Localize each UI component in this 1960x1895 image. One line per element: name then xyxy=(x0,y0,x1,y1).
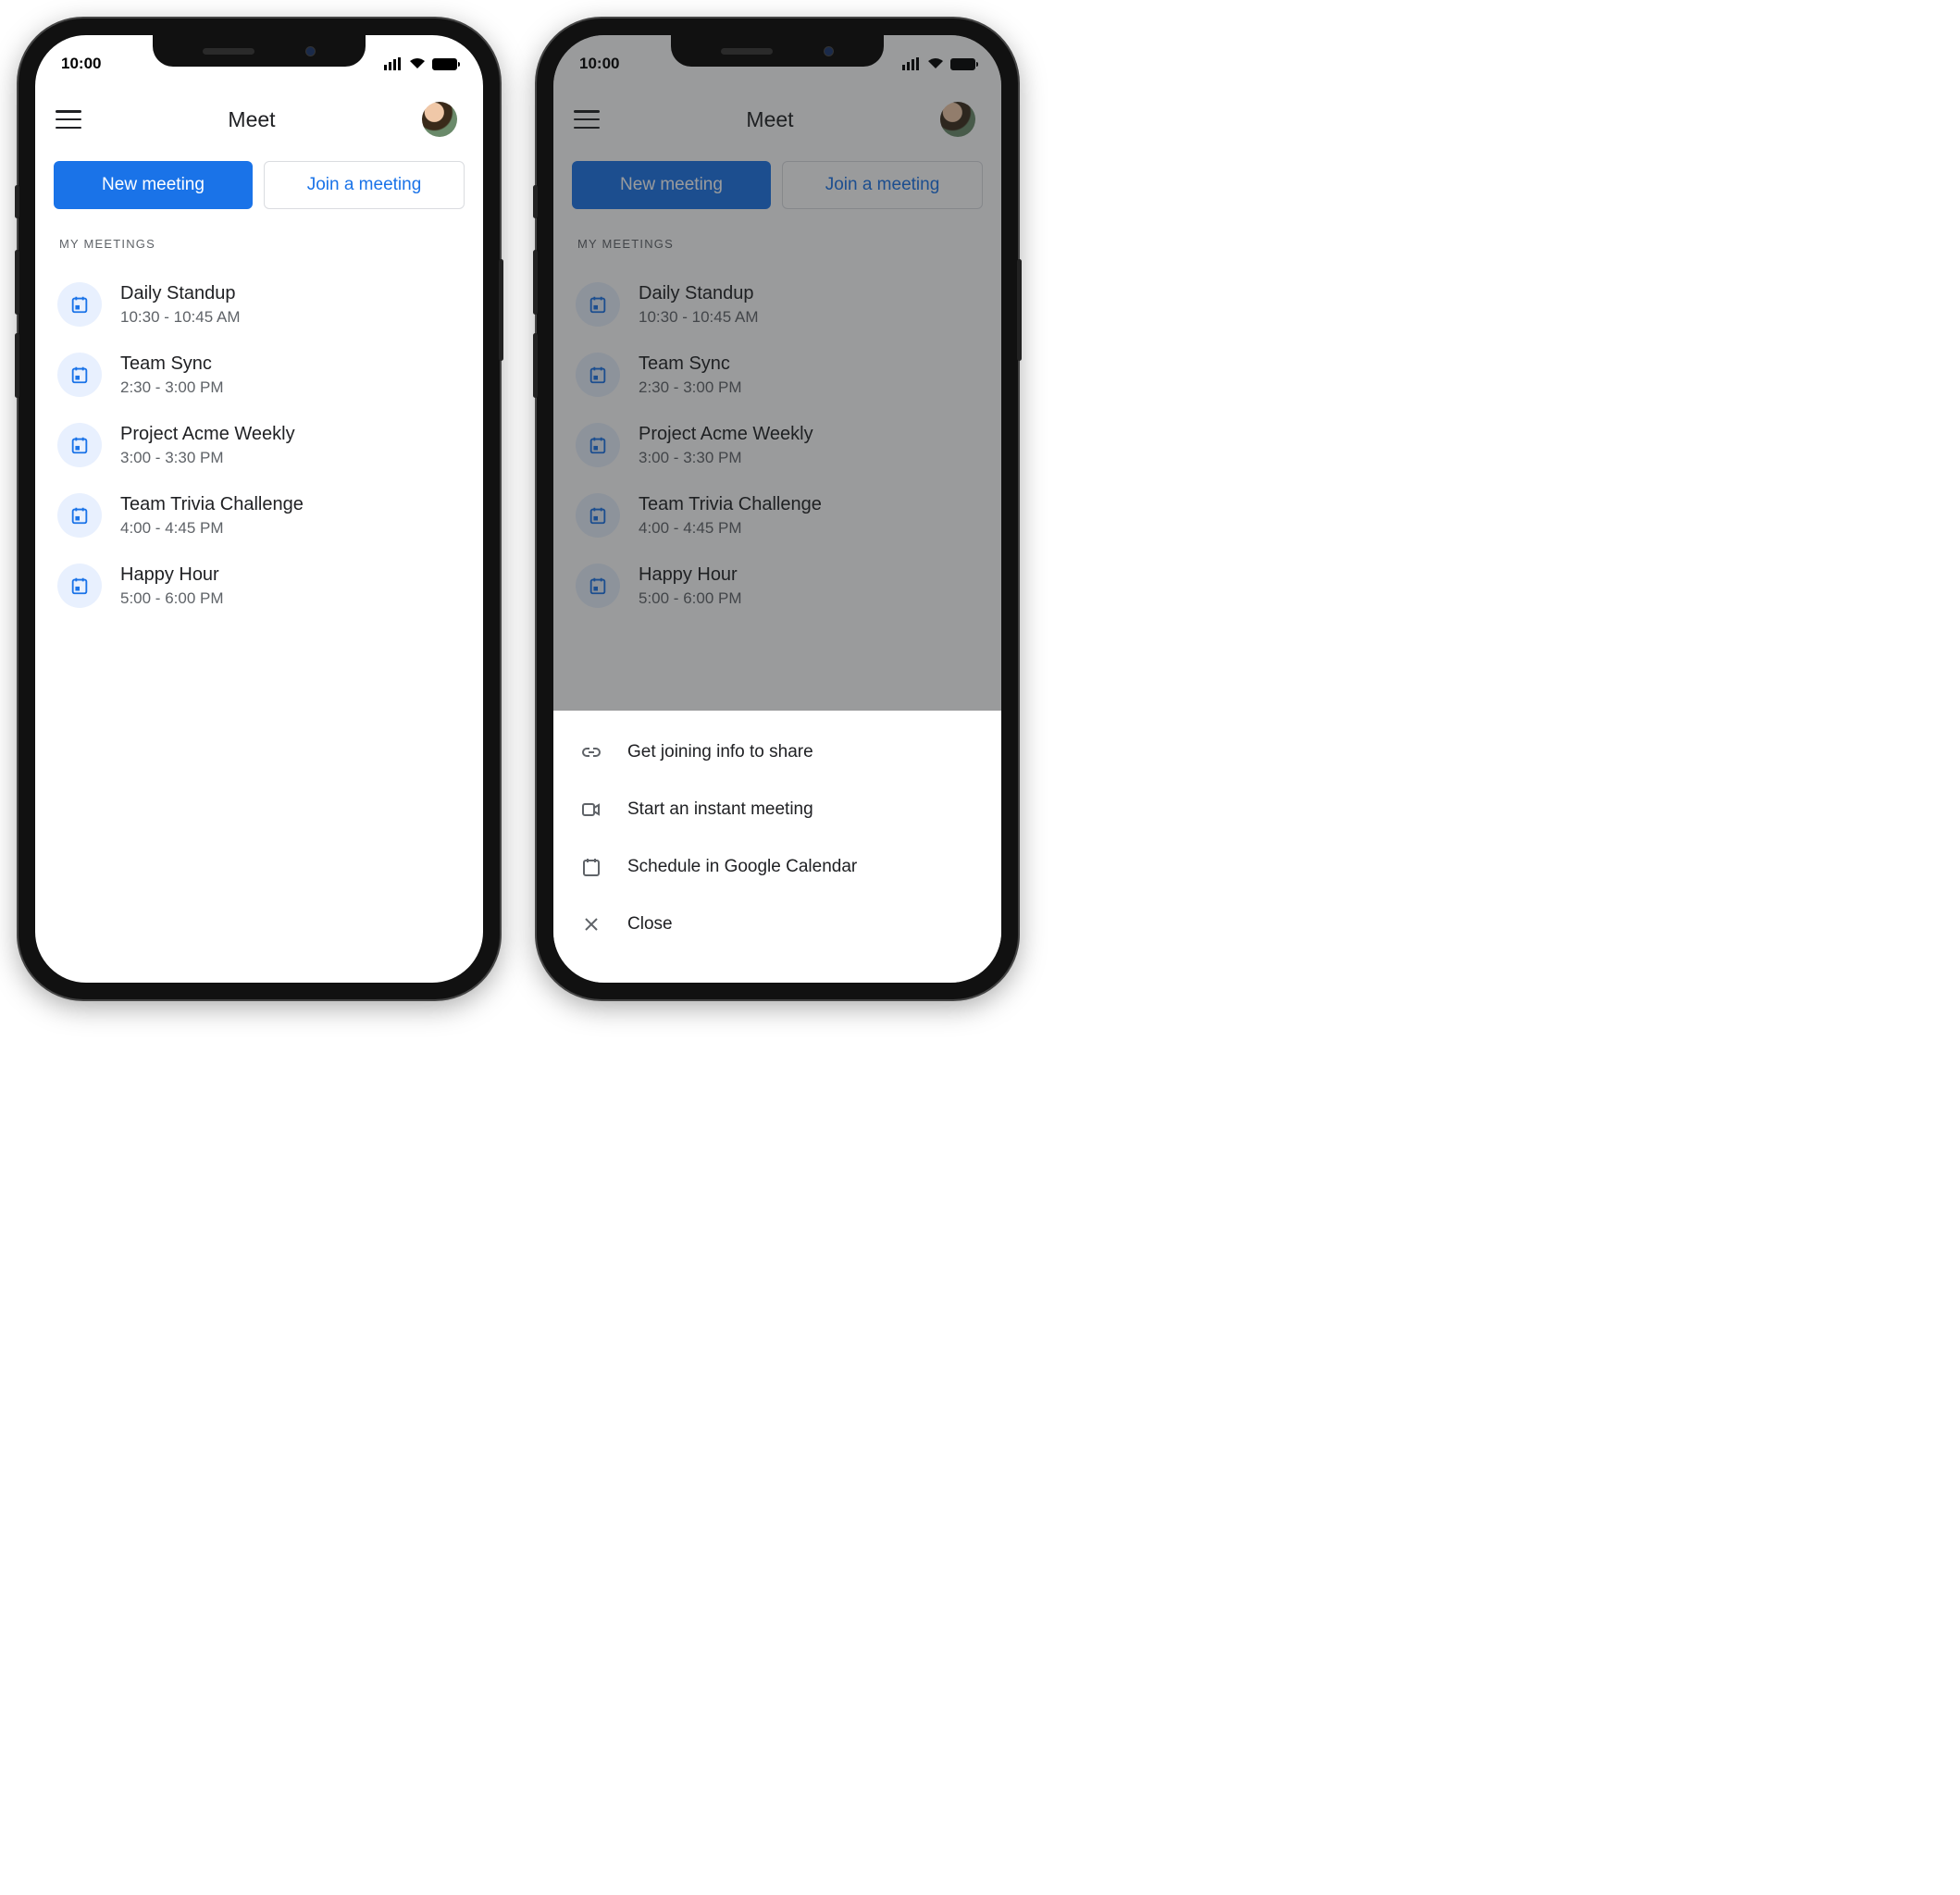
meeting-time: 3:00 - 3:30 PM xyxy=(120,449,295,467)
calendar-event-icon xyxy=(57,423,102,467)
section-label: MY MEETINGS xyxy=(35,229,483,269)
sheet-schedule[interactable]: Schedule in Google Calendar xyxy=(553,838,1001,896)
calendar-icon xyxy=(579,855,603,879)
meeting-title: Happy Hour xyxy=(120,564,224,586)
meeting-title: Project Acme Weekly xyxy=(120,424,295,445)
meeting-item[interactable]: Daily Standup 10:30 - 10:45 AM xyxy=(48,269,470,340)
sheet-instant-label: Start an instant meeting xyxy=(627,799,813,820)
phone-mockup-left: 10:00 Meet New meeting Join a meeting MY… xyxy=(19,19,500,999)
meeting-item[interactable]: Happy Hour 5:00 - 6:00 PM xyxy=(48,551,470,621)
phone-mockup-right: 10:00 Meet New meeting Join a meeting MY… xyxy=(537,19,1018,999)
meeting-time: 4:00 - 4:45 PM xyxy=(120,519,304,538)
meeting-time: 5:00 - 6:00 PM xyxy=(120,589,224,608)
calendar-event-icon xyxy=(57,282,102,327)
join-meeting-button[interactable]: Join a meeting xyxy=(264,161,465,209)
sheet-schedule-label: Schedule in Google Calendar xyxy=(627,857,857,877)
app-title: Meet xyxy=(228,107,275,132)
sheet-share[interactable]: Get joining info to share xyxy=(553,724,1001,781)
meeting-time: 10:30 - 10:45 AM xyxy=(120,308,240,327)
sheet-instant[interactable]: Start an instant meeting xyxy=(553,781,1001,838)
calendar-event-icon xyxy=(57,493,102,538)
app-header: Meet xyxy=(35,81,483,157)
video-icon xyxy=(579,798,603,822)
status-time: 10:00 xyxy=(61,55,101,73)
menu-icon[interactable] xyxy=(56,110,81,129)
close-icon xyxy=(579,912,603,936)
meeting-item[interactable]: Team Sync 2:30 - 3:00 PM xyxy=(48,340,470,410)
sheet-close-label: Close xyxy=(627,914,673,935)
new-meeting-button[interactable]: New meeting xyxy=(54,161,253,209)
sheet-close[interactable]: Close xyxy=(553,896,1001,953)
sheet-share-label: Get joining info to share xyxy=(627,742,813,762)
status-icons xyxy=(384,57,457,70)
link-icon xyxy=(579,740,603,764)
meeting-title: Team Trivia Challenge xyxy=(120,494,304,515)
meeting-title: Team Sync xyxy=(120,353,224,375)
meeting-title: Daily Standup xyxy=(120,283,240,304)
calendar-event-icon xyxy=(57,353,102,397)
bottom-sheet: Get joining info to share Start an insta… xyxy=(553,711,1001,983)
meeting-item[interactable]: Project Acme Weekly 3:00 - 3:30 PM xyxy=(48,410,470,480)
avatar[interactable] xyxy=(422,102,457,137)
calendar-event-icon xyxy=(57,564,102,608)
meeting-item[interactable]: Team Trivia Challenge 4:00 - 4:45 PM xyxy=(48,480,470,551)
meeting-list: Daily Standup 10:30 - 10:45 AM Team Sync… xyxy=(35,269,483,621)
meeting-time: 2:30 - 3:00 PM xyxy=(120,378,224,397)
